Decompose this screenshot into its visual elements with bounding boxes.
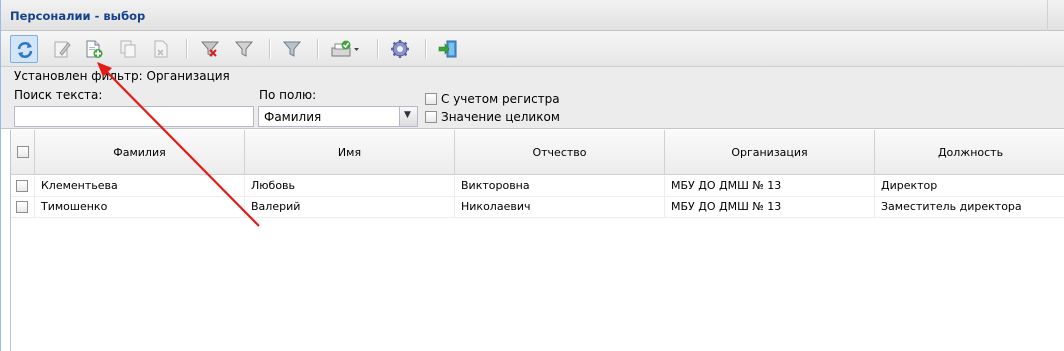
- exit-button[interactable]: [434, 35, 462, 63]
- print-icon: [331, 40, 359, 57]
- copy-document-icon: [120, 40, 136, 58]
- delete-document-icon: [154, 40, 168, 58]
- add-button[interactable]: [80, 35, 108, 63]
- delete-button[interactable]: [147, 35, 175, 63]
- row-checkbox[interactable]: [16, 180, 28, 192]
- print-button[interactable]: [327, 35, 365, 63]
- select-all-cell: [11, 130, 35, 174]
- field-select-trigger[interactable]: ▼: [399, 107, 417, 126]
- row-checkbox[interactable]: [16, 201, 28, 213]
- cell-firstname: Любовь: [245, 176, 455, 196]
- table-row[interactable]: Клементьева Любовь Викторовна МБУ ДО ДМШ…: [11, 176, 1064, 197]
- settings-button[interactable]: [386, 35, 414, 63]
- whole-value-label: Значение целиком: [441, 110, 560, 124]
- cell-patronymic: Викторовна: [455, 176, 665, 196]
- toolbar-separator: [377, 39, 379, 59]
- cell-firstname: Валерий: [245, 197, 455, 217]
- cell-organization: МБУ ДО ДМШ № 13: [665, 197, 875, 217]
- window-title: Персоналии - выбор: [10, 9, 146, 23]
- field-select[interactable]: Фамилия ▼: [258, 106, 418, 127]
- gear-icon: [391, 40, 409, 58]
- cell-organization: МБУ ДО ДМШ № 13: [665, 176, 875, 196]
- toolbar-separator: [425, 39, 427, 59]
- refresh-icon: [17, 42, 33, 58]
- column-header-organization[interactable]: Организация: [665, 130, 875, 174]
- table-row[interactable]: Тимошенко Валерий Николаевич МБУ ДО ДМШ …: [11, 197, 1064, 218]
- field-label: По полю:: [259, 88, 317, 102]
- field-select-value: Фамилия: [264, 110, 322, 124]
- toolbar-separator: [317, 39, 319, 59]
- case-sensitive-label: С учетом регистра: [441, 92, 560, 106]
- advanced-filter-button[interactable]: [278, 35, 306, 63]
- filter-panel: Установлен фильтр: Организация Поиск тек…: [1, 67, 1064, 129]
- exit-icon: [438, 40, 457, 58]
- cell-position: Заместитель директора: [881, 200, 1022, 213]
- cell-position: Директор: [881, 179, 938, 192]
- window-titlebar: Персоналии - выбор: [1, 0, 1064, 31]
- column-header-firstname[interactable]: Имя: [245, 130, 455, 174]
- cell-lastname: Клементьева: [35, 176, 245, 196]
- copy-button[interactable]: [114, 35, 142, 63]
- search-label: Поиск текста:: [14, 88, 103, 102]
- select-all-checkbox[interactable]: [16, 146, 29, 158]
- whole-value-checkbox[interactable]: [425, 111, 437, 123]
- grid-header: Фамилия Имя Отчество Организация Должнос…: [11, 130, 1064, 175]
- filter-icon: [234, 41, 254, 57]
- advanced-filter-icon: [282, 41, 302, 57]
- toolbar: [1, 31, 1064, 67]
- titlebar-divider: [1047, 0, 1048, 31]
- column-header-lastname[interactable]: Фамилия: [35, 130, 245, 174]
- row-select-cell: [11, 197, 35, 217]
- clear-filter-icon: [200, 41, 220, 57]
- cell-patronymic: Николаевич: [455, 197, 665, 217]
- search-field[interactable]: [14, 106, 254, 127]
- edit-icon: [54, 41, 71, 58]
- selection-window: Персоналии - выбор Установлен фильтр: Ор…: [0, 0, 1064, 351]
- refresh-button[interactable]: [10, 35, 38, 63]
- toolbar-separator: [186, 39, 188, 59]
- search-input[interactable]: [15, 107, 253, 126]
- persons-grid: Фамилия Имя Отчество Организация Должнос…: [10, 130, 1064, 351]
- toolbar-separator: [269, 39, 271, 59]
- filter-button[interactable]: [230, 35, 258, 63]
- filter-status: Установлен фильтр: Организация: [14, 69, 230, 83]
- add-document-icon: [86, 40, 103, 58]
- column-header-patronymic[interactable]: Отчество: [455, 130, 665, 174]
- column-header-position[interactable]: Должность: [875, 130, 1064, 174]
- chevron-down-icon: ▼: [404, 110, 411, 120]
- row-select-cell: [11, 176, 35, 196]
- case-sensitive-checkbox[interactable]: [425, 93, 437, 105]
- edit-button[interactable]: [48, 35, 76, 63]
- cell-lastname: Тимошенко: [35, 197, 245, 217]
- clear-filter-button[interactable]: [196, 35, 224, 63]
